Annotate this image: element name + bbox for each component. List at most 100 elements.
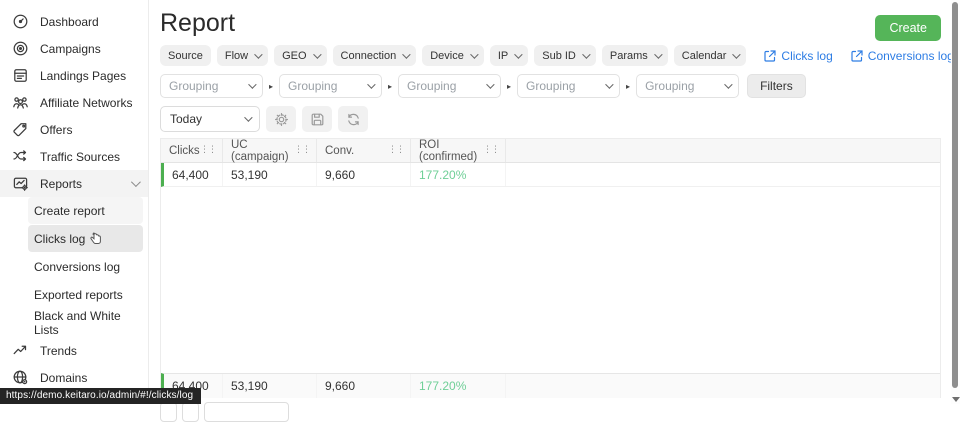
column-header-roi-confirmed[interactable]: ROI (confirmed) ⋮⋮ [411, 139, 506, 162]
clicks-log-link[interactable]: Clicks log [764, 49, 832, 63]
column-header-uc-campaign[interactable]: UC (campaign) ⋮⋮ [223, 139, 317, 162]
column-header-conv[interactable]: Conv. ⋮⋮ [317, 139, 411, 162]
sidebar-item-conversions-log[interactable]: Conversions log [28, 253, 143, 280]
drag-handle-icon[interactable]: ⋮⋮ [200, 146, 216, 155]
column-label: UC (campaign) [231, 139, 294, 163]
sidebar-item-landings-pages[interactable]: Landings Pages [0, 62, 148, 89]
scrollbar-down-arrow[interactable] [952, 397, 960, 402]
traffic-sources-icon [12, 148, 29, 165]
refresh-button[interactable] [338, 106, 368, 132]
sidebar-item-exported-reports[interactable]: Exported reports [28, 281, 143, 308]
sidebar-item-reports[interactable]: Reports [0, 170, 148, 197]
sidebar-item-trends[interactable]: Trends [0, 337, 148, 364]
filter-chip-params[interactable]: Params [602, 45, 668, 66]
chip-label: Sub ID [542, 50, 576, 62]
sidebar-item-dashboard[interactable]: Dashboard [0, 8, 148, 35]
sidebar-item-clicks-log[interactable]: Clicks log [28, 225, 143, 252]
external-link-icon [851, 50, 863, 62]
table-row[interactable]: 64,400 53,190 9,660 177.20% [161, 163, 940, 187]
filter-chips-row: Source Flow GEO Connection Device IP Sub… [160, 45, 952, 66]
filter-chip-calendar[interactable]: Calendar [674, 45, 747, 66]
chevron-down-icon [402, 50, 410, 58]
sidebar-item-campaigns[interactable]: Campaigns [0, 35, 148, 62]
chip-label: GEO [282, 50, 306, 62]
grouping-row: Grouping ▸ Grouping ▸ Grouping ▸ Groupin… [160, 74, 952, 98]
chip-label: Params [610, 50, 648, 62]
date-range-select[interactable]: Today [160, 106, 260, 132]
trends-icon [12, 342, 29, 359]
sidebar-item-affiliate-networks[interactable]: Affiliate Networks [0, 89, 148, 116]
cell-conv: 9,660 [317, 163, 411, 186]
grouping-separator: ▸ [507, 82, 511, 91]
drag-handle-icon[interactable]: ⋮⋮ [388, 146, 404, 155]
status-bar-url: https://demo.keitaro.io/admin/#!/clicks/… [0, 388, 201, 404]
chevron-down-icon [582, 50, 590, 58]
sidebar-item-offers[interactable]: Offers [0, 116, 148, 143]
grouping-separator: ▸ [626, 82, 630, 91]
sidebar-item-black-white-lists[interactable]: Black and White Lists [28, 309, 143, 336]
grouping-select-4[interactable]: Grouping [517, 74, 620, 98]
link-label: Clicks log [781, 49, 832, 63]
table-header: Clicks ⋮⋮ UC (campaign) ⋮⋮ Conv. ⋮⋮ ROI … [161, 139, 940, 163]
grouping-separator: ▸ [269, 82, 273, 91]
sidebar-item-label: Campaigns [40, 42, 101, 56]
grouping-placeholder: Grouping [288, 79, 337, 93]
scrollbar-thumb[interactable] [952, 2, 958, 388]
chip-label: Source [168, 50, 203, 62]
grouping-select-5[interactable]: Grouping [636, 74, 739, 98]
vertical-scrollbar[interactable] [951, 0, 960, 404]
sidebar-item-label: Trends [40, 344, 77, 358]
filter-chip-geo[interactable]: GEO [274, 45, 326, 66]
column-header-clicks[interactable]: Clicks ⋮⋮ [161, 139, 223, 162]
sidebar-item-traffic-sources[interactable]: Traffic Sources [0, 143, 148, 170]
drag-handle-icon[interactable]: ⋮⋮ [294, 146, 310, 155]
chevron-down-icon [244, 113, 252, 121]
sidebar-item-label: Landings Pages [40, 69, 126, 83]
filters-button[interactable]: Filters [747, 74, 806, 98]
sidebar-subitem-label: Create report [34, 204, 105, 218]
landings-pages-icon [12, 67, 29, 84]
pagination-prev-button[interactable] [160, 402, 177, 422]
dashboard-icon [12, 13, 29, 30]
hand-cursor-icon [89, 231, 103, 246]
conversions-log-link[interactable]: Conversions log [851, 49, 954, 63]
drag-handle-icon[interactable]: ⋮⋮ [483, 146, 499, 155]
table-empty-space [161, 187, 940, 373]
chip-label: IP [498, 50, 508, 62]
refresh-icon [346, 112, 361, 127]
filter-chip-sub-id[interactable]: Sub ID [534, 45, 596, 66]
chip-label: Flow [225, 50, 248, 62]
sidebar-subitem-label: Conversions log [34, 260, 120, 274]
report-table: Clicks ⋮⋮ UC (campaign) ⋮⋮ Conv. ⋮⋮ ROI … [160, 138, 941, 398]
filter-chip-source[interactable]: Source [160, 45, 211, 66]
chevron-down-icon [470, 50, 478, 58]
offers-icon [12, 121, 29, 138]
sidebar-item-domains[interactable]: Domains [0, 364, 148, 391]
grouping-select-3[interactable]: Grouping [398, 74, 501, 98]
date-range-value: Today [170, 112, 202, 126]
grouping-separator: ▸ [388, 82, 392, 91]
gear-icon [274, 112, 289, 127]
toolbar-row: Today [160, 106, 952, 132]
sidebar-item-create-report[interactable]: Create report [28, 197, 143, 224]
create-button[interactable]: Create [875, 15, 941, 41]
grouping-select-1[interactable]: Grouping [160, 74, 263, 98]
grouping-select-2[interactable]: Grouping [279, 74, 382, 98]
total-conv: 9,660 [317, 374, 411, 398]
chevron-down-icon [248, 80, 256, 88]
chevron-down-icon [724, 80, 732, 88]
filter-chip-flow[interactable]: Flow [217, 45, 268, 66]
chevron-down-icon [733, 50, 741, 58]
page-size-select[interactable] [204, 402, 289, 422]
cell-spacer [506, 163, 940, 186]
filter-chip-connection[interactable]: Connection [333, 45, 417, 66]
chip-label: Device [430, 50, 464, 62]
save-report-button[interactable] [302, 106, 332, 132]
campaigns-icon [12, 40, 29, 57]
chip-label: Calendar [682, 50, 727, 62]
pagination-next-button[interactable] [182, 402, 199, 422]
chevron-down-icon [514, 50, 522, 58]
filter-chip-device[interactable]: Device [422, 45, 484, 66]
filter-chip-ip[interactable]: IP [490, 45, 528, 66]
settings-button[interactable] [266, 106, 296, 132]
